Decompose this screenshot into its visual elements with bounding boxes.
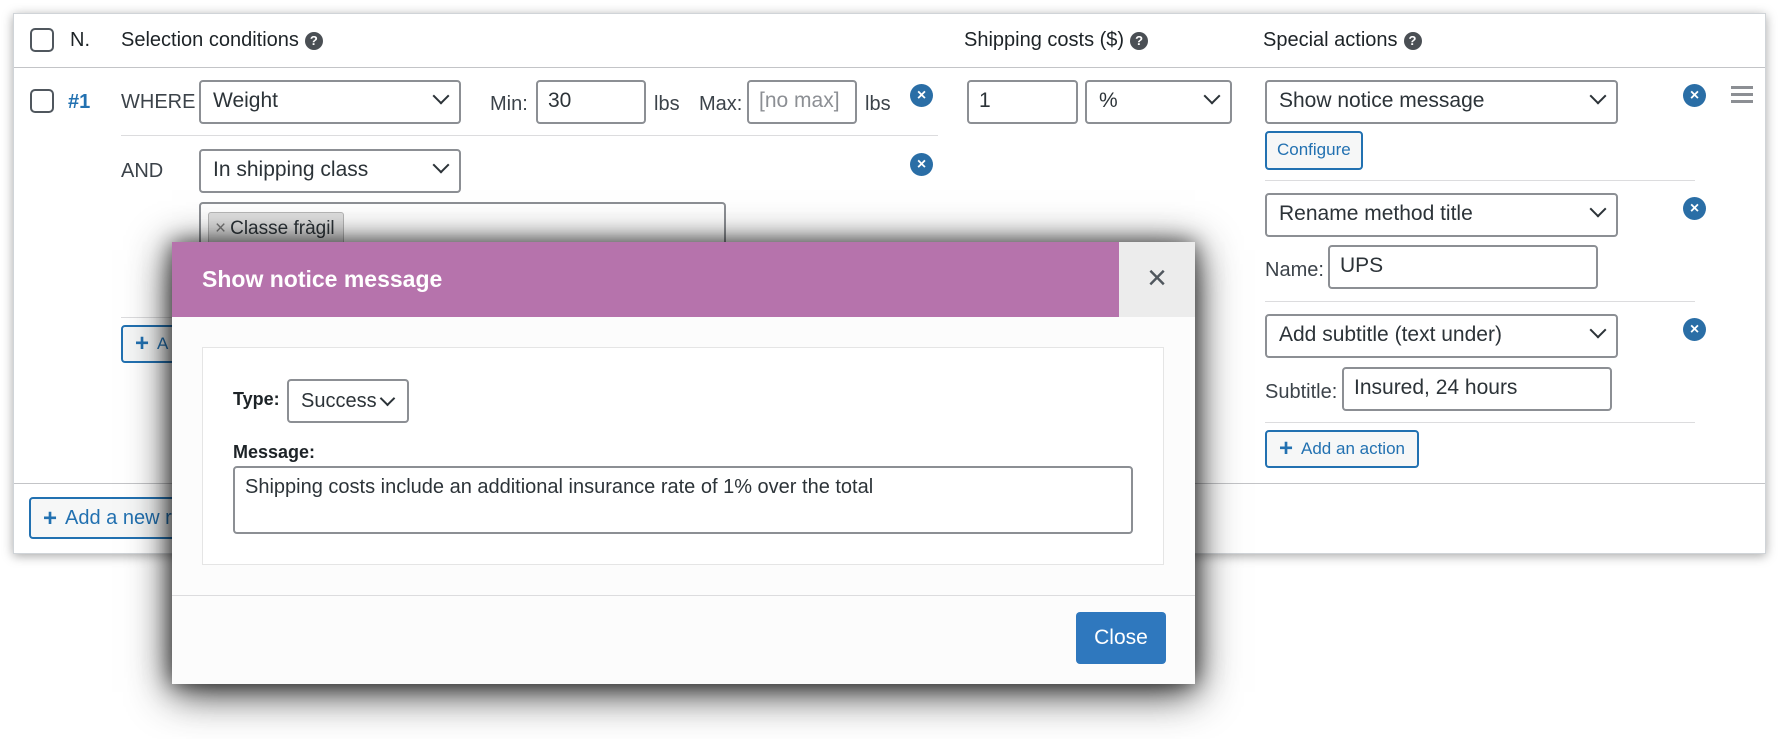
cost-type-value: %	[1099, 89, 1118, 112]
modal-title: Show notice message	[202, 266, 443, 292]
condition-divider	[121, 135, 938, 136]
plus-icon: +	[1279, 435, 1294, 462]
notice-message-modal: Show notice message × Type: Success Mess…	[172, 242, 1195, 684]
where-label: WHERE	[121, 91, 196, 113]
chevron-down-icon	[432, 87, 450, 105]
column-header-conditions: Selection conditions?	[121, 29, 323, 52]
drag-handle-icon[interactable]	[1731, 86, 1753, 107]
column-header-costs-label: Shipping costs ($)	[964, 29, 1125, 51]
column-header-number: N.	[70, 29, 90, 51]
action-divider	[1265, 180, 1695, 181]
plus-icon: +	[135, 330, 150, 357]
help-icon[interactable]: ?	[1403, 31, 1422, 50]
condition-field-select[interactable]: Weight	[199, 80, 461, 124]
message-textarea[interactable]: Shipping costs include an additional ins…	[233, 466, 1133, 534]
remove-condition-icon[interactable]: ×	[910, 84, 933, 107]
add-action-button[interactable]: + Add an action	[1265, 430, 1419, 468]
condition-field-value: In shipping class	[213, 158, 369, 181]
column-header-costs: Shipping costs ($)?	[964, 29, 1149, 52]
min-weight-input[interactable]: 30	[536, 80, 646, 124]
add-condition-label: A	[157, 334, 169, 353]
shipping-class-tag: × Classe fràgil	[208, 212, 344, 246]
action-select-value: Show notice message	[1279, 89, 1485, 112]
select-all-checkbox[interactable]	[30, 28, 54, 52]
cost-type-select[interactable]: %	[1085, 80, 1232, 124]
action-select-value: Add subtitle (text under)	[1279, 323, 1502, 346]
message-label: Message:	[233, 442, 316, 462]
method-name-input[interactable]: UPS	[1328, 245, 1598, 289]
max-label: Max:	[699, 93, 743, 115]
subtitle-input[interactable]: Insured, 24 hours	[1342, 367, 1612, 411]
plus-icon: +	[43, 505, 58, 532]
name-label: Name:	[1265, 259, 1324, 281]
remove-action-icon[interactable]: ×	[1683, 197, 1706, 220]
max-weight-input[interactable]: [no max]	[747, 80, 857, 124]
chevron-down-icon	[1589, 200, 1607, 218]
column-header-actions: Special actions?	[1263, 29, 1422, 52]
cost-value-input[interactable]: 1	[967, 80, 1078, 124]
modal-footer-divider	[172, 595, 1195, 596]
modal-header: Show notice message	[172, 242, 1119, 317]
tag-label: Classe fràgil	[230, 218, 335, 239]
add-action-label: Add an action	[1301, 439, 1405, 458]
condition-field-value: Weight	[213, 89, 278, 112]
column-header-actions-label: Special actions	[1263, 29, 1398, 51]
chevron-down-icon	[379, 390, 396, 407]
remove-condition-icon[interactable]: ×	[910, 153, 933, 176]
min-label: Min:	[490, 93, 528, 115]
rule-checkbox[interactable]	[30, 89, 54, 113]
help-icon[interactable]: ?	[304, 31, 323, 50]
action-divider	[1265, 422, 1695, 423]
remove-action-icon[interactable]: ×	[1683, 84, 1706, 107]
modal-form: Type: Success Message: Shipping costs in…	[202, 347, 1164, 565]
action-select[interactable]: Show notice message	[1265, 80, 1618, 124]
action-divider	[1265, 301, 1695, 302]
type-select[interactable]: Success	[287, 379, 409, 423]
and-label: AND	[121, 160, 164, 182]
configure-button[interactable]: Configure	[1265, 131, 1363, 170]
chevron-down-icon	[1203, 87, 1221, 105]
unit-label: lbs	[865, 93, 891, 115]
subtitle-label: Subtitle:	[1265, 381, 1338, 403]
type-select-value: Success	[301, 390, 377, 412]
condition-field-select[interactable]: In shipping class	[199, 149, 461, 193]
unit-label: lbs	[654, 93, 680, 115]
chevron-down-icon	[1589, 321, 1607, 339]
remove-action-icon[interactable]: ×	[1683, 318, 1706, 341]
type-label: Type:	[233, 389, 280, 409]
add-rule-label: Add a new r	[65, 507, 172, 529]
header-divider	[14, 67, 1765, 68]
column-header-conditions-label: Selection conditions	[121, 29, 299, 51]
chevron-down-icon	[432, 156, 450, 174]
close-button[interactable]: Close	[1076, 612, 1166, 664]
modal-close-icon[interactable]: ×	[1119, 242, 1195, 317]
action-select[interactable]: Rename method title	[1265, 193, 1618, 237]
action-select[interactable]: Add subtitle (text under)	[1265, 314, 1618, 358]
tag-remove-icon[interactable]: ×	[215, 218, 226, 239]
help-icon[interactable]: ?	[1130, 31, 1149, 50]
action-select-value: Rename method title	[1279, 202, 1473, 225]
chevron-down-icon	[1589, 87, 1607, 105]
rule-number[interactable]: #1	[68, 91, 90, 114]
